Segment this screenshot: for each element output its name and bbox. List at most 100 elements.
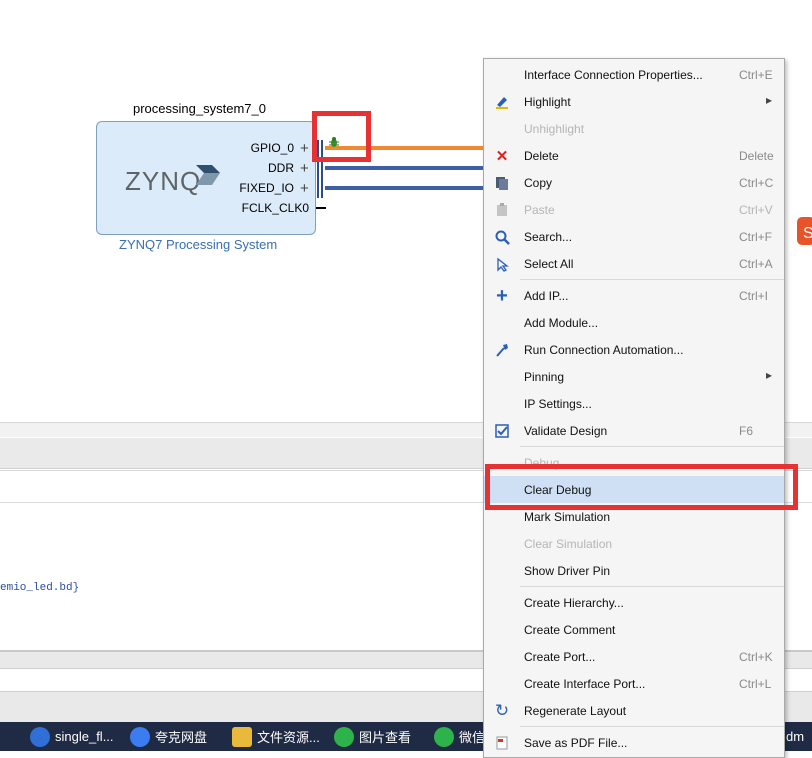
menu-item-run-connection-automation[interactable]: Run Connection Automation... (484, 336, 784, 363)
taskbar-item[interactable]: 文件资源... (232, 722, 320, 751)
menu-item-search[interactable]: Search... Ctrl+F (484, 223, 784, 250)
menu-item-interface-connection-properties[interactable]: Interface Connection Properties... Ctrl+… (484, 61, 784, 88)
menu-item-shortcut: Ctrl+A (739, 257, 773, 271)
menu-item-label: Create Comment (524, 623, 616, 637)
menu-item-label: Delete (524, 149, 559, 163)
expand-icon[interactable]: + (300, 161, 309, 176)
copy-icon (493, 174, 511, 192)
pdf-icon (493, 734, 511, 752)
menu-item-delete[interactable]: ✕ Delete Delete (484, 142, 784, 169)
taskbar-item[interactable]: 微信 (434, 722, 485, 751)
taskbar-item-label: 图片查看 (359, 730, 412, 745)
delete-icon: ✕ (495, 148, 509, 165)
menu-item-label: Interface Connection Properties... (524, 68, 703, 82)
menu-item-label: Mark Simulation (524, 510, 611, 524)
menu-item-add-ip[interactable]: + Add IP... Ctrl+I (484, 282, 784, 309)
menu-item-shortcut: Ctrl+V (739, 203, 773, 217)
menu-separator (520, 726, 784, 727)
paste-icon (493, 201, 511, 219)
menu-item-shortcut: Ctrl+F (739, 230, 772, 244)
port-gpio-0[interactable]: GPIO_0 (174, 141, 294, 155)
port-fclk-clk0[interactable]: FCLK_CLK0 (189, 201, 309, 215)
svg-text:S: S (803, 225, 812, 242)
menu-item-label: Add IP... (524, 289, 569, 303)
fclk-pin-stub (316, 207, 326, 209)
menu-separator (520, 586, 784, 587)
taskbar-item[interactable]: 图片查看 (334, 722, 411, 751)
menu-item-label: Pinning (524, 370, 565, 384)
plus-icon: + (496, 284, 508, 307)
menu-item-shortcut: Ctrl+K (739, 650, 773, 664)
menu-item-label: Select All (524, 257, 574, 271)
menu-item-label: Clear Simulation (524, 537, 613, 551)
menu-item-label: Create Hierarchy... (524, 596, 624, 610)
menu-item-copy[interactable]: Copy Ctrl+C (484, 169, 784, 196)
menu-item-add-module[interactable]: Add Module... (484, 309, 784, 336)
submenu-arrow-icon: ▸ (766, 368, 773, 382)
taskbar-item-label: dm (786, 729, 805, 744)
select-all-icon (493, 255, 511, 273)
validate-icon (493, 422, 511, 440)
app-icon (30, 726, 50, 747)
menu-item-label: Validate Design (524, 424, 608, 438)
menu-item-label: Add Module... (524, 316, 599, 330)
taskbar-item[interactable]: dm (786, 722, 804, 751)
menu-item-label: Run Connection Automation... (524, 343, 684, 357)
taskbar-item[interactable]: 夸克网盘 (130, 722, 207, 751)
taskbar-item[interactable]: single_fl... (30, 722, 114, 751)
menu-item-shortcut: Delete (739, 149, 774, 163)
menu-item-label: Search... (524, 230, 573, 244)
menu-item-create-comment[interactable]: Create Comment (484, 616, 784, 643)
menu-item-select-all[interactable]: Select All Ctrl+A (484, 250, 784, 277)
taskbar-item-label: 文件资源... (257, 730, 320, 745)
fixed-io-wire[interactable] (325, 186, 483, 190)
block-instance-name: processing_system7_0 (133, 101, 266, 116)
port-ddr[interactable]: DDR (174, 161, 294, 175)
port-fixed-io[interactable]: FIXED_IO (174, 181, 294, 195)
menu-item-shortcut: Ctrl+L (739, 677, 772, 691)
input-method-logo-icon: S (797, 217, 812, 245)
menu-item-ip-settings[interactable]: IP Settings... (484, 390, 784, 417)
menu-item-paste[interactable]: Paste Ctrl+V (484, 196, 784, 223)
taskbar-item-label: 夸克网盘 (155, 730, 208, 745)
expand-icon[interactable]: + (300, 141, 309, 156)
menu-item-label: Show Driver Pin (524, 564, 611, 578)
search-icon (493, 228, 511, 246)
menu-item-create-hierarchy[interactable]: Create Hierarchy... (484, 589, 784, 616)
highlight-icon (493, 93, 511, 111)
menu-item-shortcut: Ctrl+E (739, 68, 773, 82)
cloud-icon (130, 726, 150, 747)
menu-item-label: Copy (524, 176, 553, 190)
menu-item-pinning[interactable]: Pinning ▸ (484, 363, 784, 390)
menu-item-highlight[interactable]: Highlight ▸ (484, 88, 784, 115)
ip-block-subtitle: ZYNQ7 Processing System (119, 237, 278, 252)
menu-item-regenerate-layout[interactable]: ↻ Regenerate Layout (484, 697, 784, 724)
menu-item-label: IP Settings... (524, 397, 592, 411)
menu-item-create-port[interactable]: Create Port... Ctrl+K (484, 643, 784, 670)
menu-item-shortcut: F6 (739, 424, 754, 438)
expand-icon[interactable]: + (300, 181, 309, 196)
console-log-line: emio_led.bd} (0, 582, 80, 594)
menu-item-show-driver-pin[interactable]: Show Driver Pin (484, 557, 784, 584)
menu-item-clear-simulation[interactable]: Clear Simulation (484, 530, 784, 557)
context-menu: Interface Connection Properties... Ctrl+… (483, 58, 785, 758)
menu-item-save-as-pdf[interactable]: Save as PDF File... (484, 729, 784, 756)
menu-item-label: Save as PDF File... (524, 736, 628, 750)
menu-item-create-interface-port[interactable]: Create Interface Port... Ctrl+L (484, 670, 784, 697)
menu-item-label: Create Port... (524, 650, 596, 664)
ddr-wire[interactable] (325, 166, 483, 170)
menu-item-validate-design[interactable]: Validate Design F6 (484, 417, 784, 444)
menu-item-label: Unhighlight (524, 122, 585, 136)
menu-item-unhighlight[interactable]: Unhighlight (484, 115, 784, 142)
wechat-icon (334, 726, 354, 747)
menu-item-shortcut: Ctrl+I (739, 289, 769, 303)
refresh-icon: ↻ (494, 701, 510, 720)
menu-item-label: Paste (524, 203, 555, 217)
highlight-box (312, 111, 371, 162)
menu-separator (520, 446, 784, 447)
menu-item-label: Regenerate Layout (524, 704, 627, 718)
automation-icon (493, 341, 511, 359)
wechat-icon (434, 726, 454, 747)
taskbar-item-label: single_fl... (55, 729, 114, 744)
taskbar-item-label: 微信 (459, 730, 486, 745)
